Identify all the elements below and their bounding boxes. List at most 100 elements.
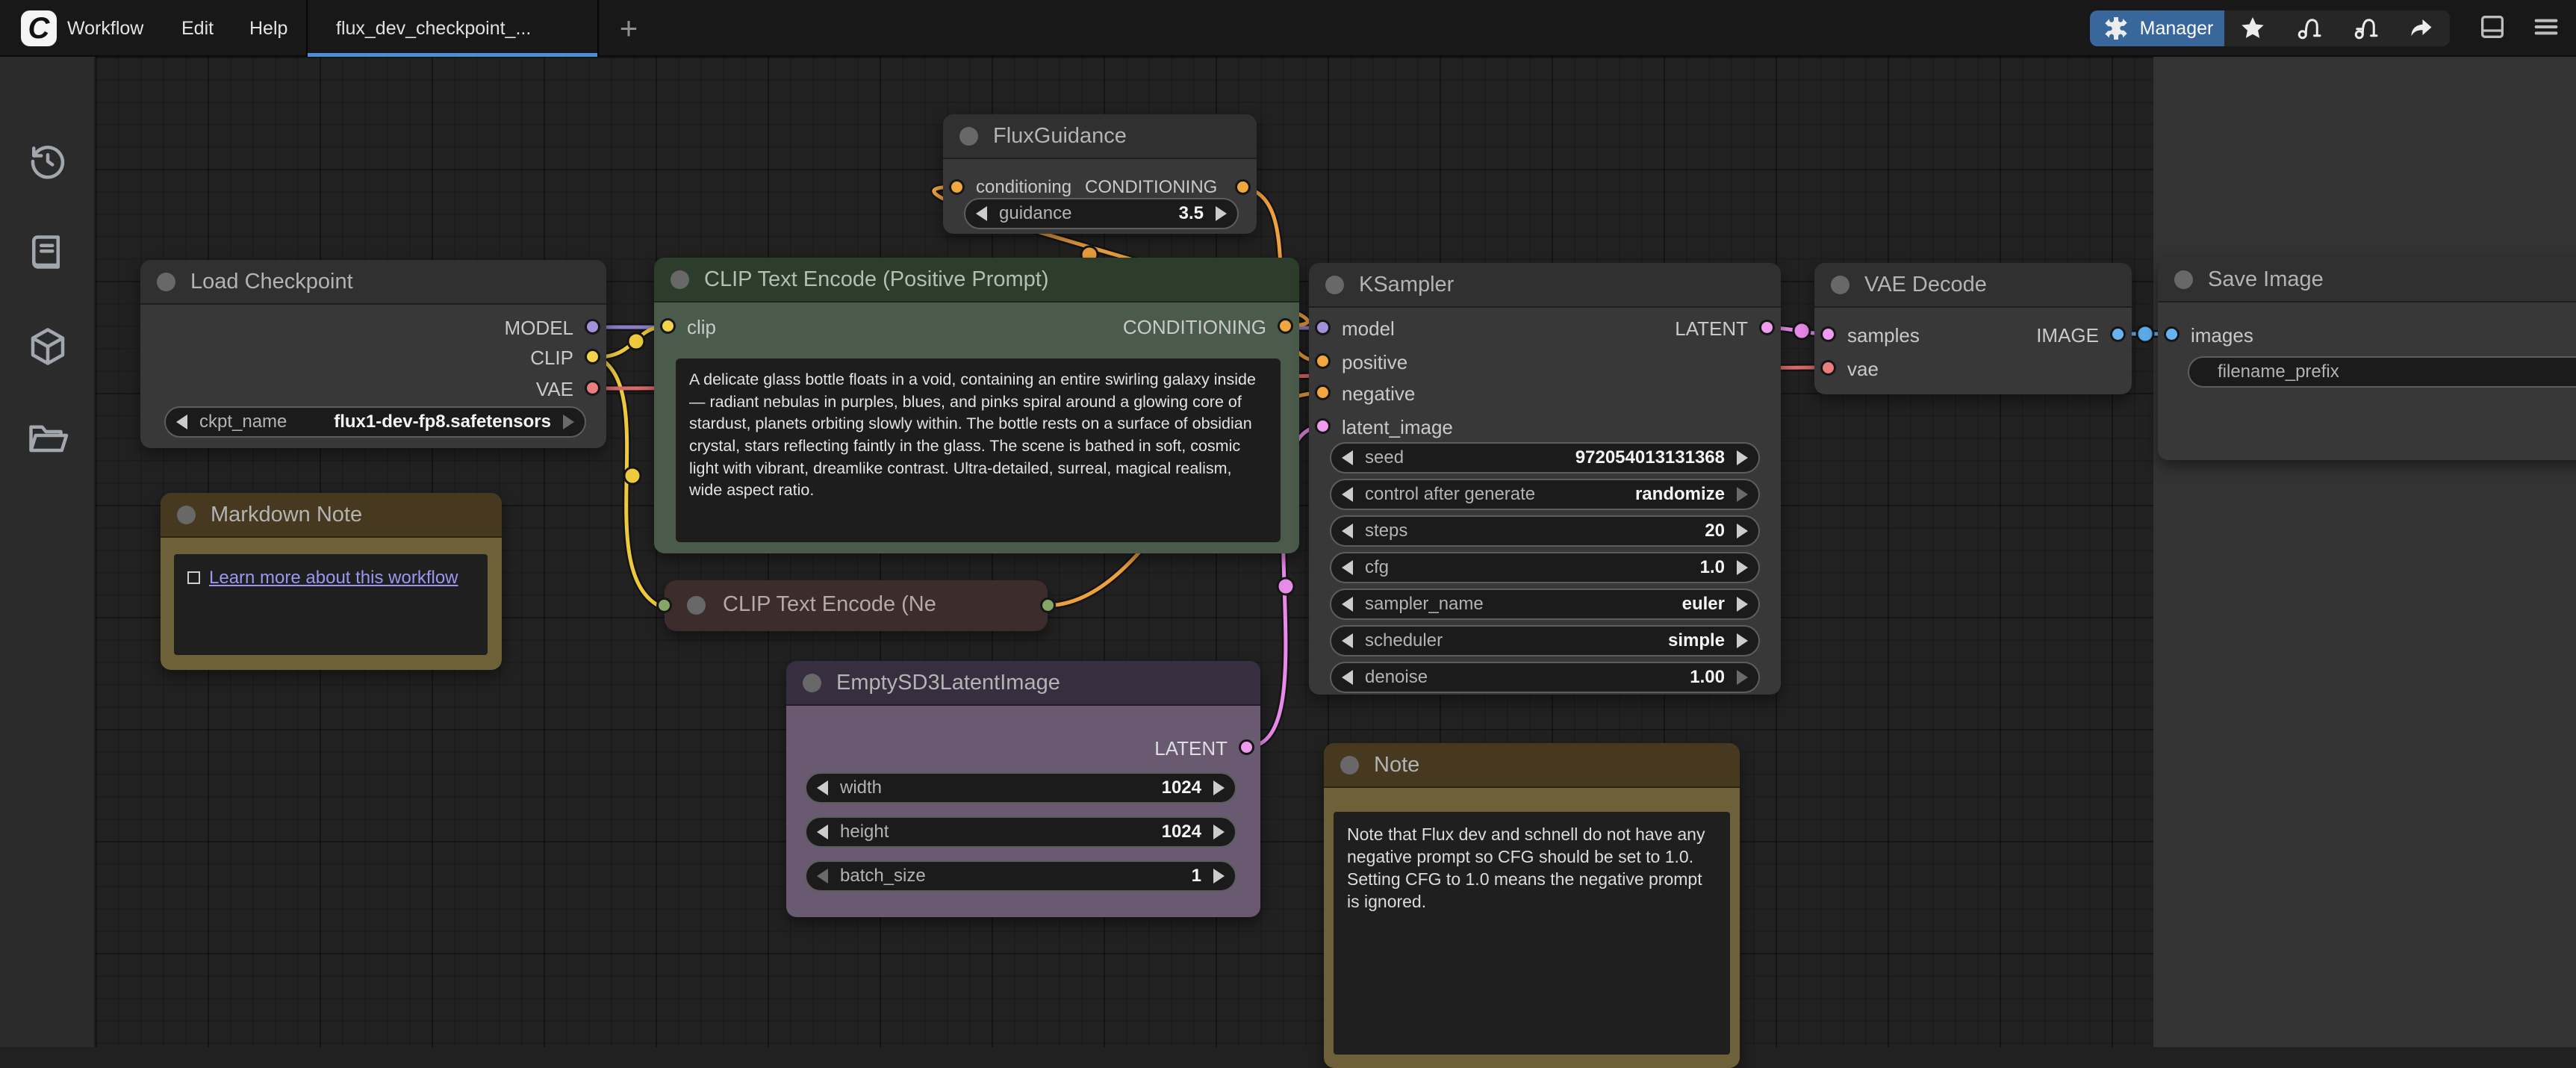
widget-ckpt-name[interactable]: ckpt_name flux1-dev-fp8.safetensors	[164, 406, 586, 438]
input-port-vae[interactable]	[1820, 360, 1836, 376]
share-icon[interactable]	[2407, 13, 2436, 43]
node-ksampler[interactable]: KSampler model positive negative latent_…	[1309, 263, 1781, 695]
widget-cfg[interactable]: cfg 1.0	[1330, 552, 1760, 583]
node-load-checkpoint[interactable]: Load Checkpoint MODEL CLIP VAE ckpt_name…	[140, 260, 606, 448]
collapsed-input-port[interactable]	[656, 597, 672, 613]
widget-steps[interactable]: steps 20	[1330, 515, 1760, 547]
widget-sampler-name[interactable]: sampler_name euler	[1330, 589, 1760, 620]
output-port-conditioning[interactable]	[1278, 318, 1293, 334]
increment-arrow-icon[interactable]	[1737, 560, 1748, 575]
input-port-negative[interactable]	[1315, 385, 1331, 400]
node-header[interactable]: FluxGuidance	[943, 114, 1257, 159]
menu-workflow[interactable]: Workflow	[67, 0, 143, 57]
increment-arrow-icon[interactable]	[1213, 780, 1225, 795]
workflow-tab[interactable]: flux_dev_checkpoint_...	[306, 0, 599, 57]
widget-filename-prefix[interactable]: filename_prefix	[2188, 356, 2576, 388]
collapse-dot-icon[interactable]	[687, 596, 706, 615]
prompt-textarea[interactable]: A delicate glass bottle floats in a void…	[676, 358, 1281, 542]
decrement-arrow-icon[interactable]	[176, 415, 187, 429]
widget-seed[interactable]: seed 972054013131368	[1330, 442, 1760, 474]
new-tab-button[interactable]: +	[606, 0, 651, 57]
decrement-arrow-icon[interactable]	[817, 780, 828, 795]
increment-arrow-icon[interactable]	[1737, 633, 1748, 648]
input-port-latent-image[interactable]	[1315, 418, 1331, 434]
output-port-clip[interactable]	[585, 349, 600, 364]
vacuum-icon[interactable]	[2294, 13, 2324, 43]
comfyui-logo[interactable]: C	[21, 10, 57, 46]
input-port-clip[interactable]	[660, 318, 676, 334]
increment-arrow-icon[interactable]	[1737, 450, 1748, 465]
widget-denoise[interactable]: denoise 1.00	[1330, 662, 1760, 693]
widget-batch-size[interactable]: batch_size 1	[805, 860, 1236, 892]
increment-arrow-icon[interactable]	[1213, 825, 1225, 839]
decrement-arrow-icon[interactable]	[976, 206, 987, 221]
node-flux-guidance[interactable]: FluxGuidance conditioning CONDITIONING g…	[943, 114, 1257, 234]
widget-guidance[interactable]: guidance 3.5	[964, 198, 1239, 229]
output-port-conditioning[interactable]	[1235, 179, 1251, 195]
bottom-panel-icon[interactable]	[2477, 12, 2507, 42]
output-port-latent[interactable]	[1759, 320, 1775, 335]
collapse-dot-icon[interactable]	[959, 127, 978, 146]
decrement-arrow-icon[interactable]	[1342, 597, 1353, 612]
node-library-icon[interactable]	[25, 232, 70, 276]
increment-arrow-icon[interactable]	[1737, 597, 1748, 612]
decrement-arrow-icon[interactable]	[817, 825, 828, 839]
output-port-model[interactable]	[585, 319, 600, 335]
increment-arrow-icon[interactable]	[1737, 487, 1748, 502]
output-port-latent[interactable]	[1239, 739, 1254, 755]
hamburger-menu-icon[interactable]	[2531, 12, 2561, 42]
vacuum-alt-icon[interactable]	[2351, 13, 2380, 43]
widget-scheduler[interactable]: scheduler simple	[1330, 625, 1760, 656]
decrement-arrow-icon[interactable]	[1342, 450, 1353, 465]
collapse-dot-icon[interactable]	[1340, 756, 1359, 774]
increment-arrow-icon[interactable]	[1216, 206, 1227, 221]
widget-control-after-generate[interactable]: control after generate randomize	[1330, 479, 1760, 510]
decrement-arrow-icon[interactable]	[1342, 560, 1353, 575]
collapse-dot-icon[interactable]	[2174, 270, 2193, 289]
node-empty-sd3-latent-image[interactable]: EmptySD3LatentImage LATENT width 1024 he…	[786, 661, 1260, 917]
model-library-icon[interactable]	[25, 324, 70, 369]
input-port-images[interactable]	[2164, 326, 2180, 342]
collapse-dot-icon[interactable]	[1325, 276, 1344, 294]
decrement-arrow-icon[interactable]	[817, 869, 828, 884]
collapse-dot-icon[interactable]	[803, 674, 821, 692]
workflow-docs-link[interactable]: Learn more about this workflow	[209, 568, 458, 588]
collapse-dot-icon[interactable]	[157, 273, 175, 291]
node-markdown-note[interactable]: Markdown Note Learn more about this work…	[161, 493, 502, 670]
history-icon[interactable]	[25, 139, 70, 184]
node-header[interactable]: Save Image	[2158, 258, 2576, 302]
decrement-arrow-icon[interactable]	[1342, 633, 1353, 648]
decrement-arrow-icon[interactable]	[1342, 670, 1353, 685]
output-port-vae[interactable]	[585, 380, 600, 396]
output-port-image[interactable]	[2110, 326, 2126, 342]
star-icon[interactable]	[2238, 13, 2268, 43]
decrement-arrow-icon[interactable]	[1342, 524, 1353, 538]
node-clip-text-encode-positive[interactable]: CLIP Text Encode (Positive Prompt) clip …	[654, 258, 1299, 553]
input-port-samples[interactable]	[1820, 326, 1836, 342]
collapse-dot-icon[interactable]	[1831, 276, 1849, 294]
node-vae-decode[interactable]: VAE Decode samples vae IMAGE	[1814, 263, 2132, 394]
node-header[interactable]: EmptySD3LatentImage	[786, 661, 1260, 706]
increment-arrow-icon[interactable]	[1737, 524, 1748, 538]
workflows-folder-icon[interactable]	[25, 417, 70, 462]
increment-arrow-icon[interactable]	[563, 415, 574, 429]
widget-width[interactable]: width 1024	[805, 772, 1236, 804]
node-header[interactable]: Note	[1324, 743, 1740, 788]
menu-help[interactable]: Help	[249, 0, 287, 57]
input-port-model[interactable]	[1315, 320, 1331, 335]
node-header[interactable]: Markdown Note	[161, 493, 502, 538]
increment-arrow-icon[interactable]	[1213, 869, 1225, 884]
input-port-conditioning[interactable]	[949, 179, 965, 195]
note-text[interactable]: Note that Flux dev and schnell do not ha…	[1334, 812, 1730, 1055]
manager-button[interactable]: Manager	[2090, 10, 2224, 46]
node-note[interactable]: Note Note that Flux dev and schnell do n…	[1324, 743, 1740, 1068]
input-port-positive[interactable]	[1315, 353, 1331, 369]
node-save-image[interactable]: Save Image images filename_prefix	[2158, 258, 2576, 460]
menu-edit[interactable]: Edit	[181, 0, 214, 57]
node-header[interactable]: CLIP Text Encode (Positive Prompt)	[654, 258, 1299, 302]
node-clip-text-encode-negative[interactable]: CLIP Text Encode (Ne	[665, 580, 1048, 631]
node-header[interactable]: VAE Decode	[1814, 263, 2132, 308]
widget-height[interactable]: height 1024	[805, 816, 1236, 848]
node-header[interactable]: KSampler	[1309, 263, 1781, 308]
collapse-dot-icon[interactable]	[177, 506, 196, 524]
